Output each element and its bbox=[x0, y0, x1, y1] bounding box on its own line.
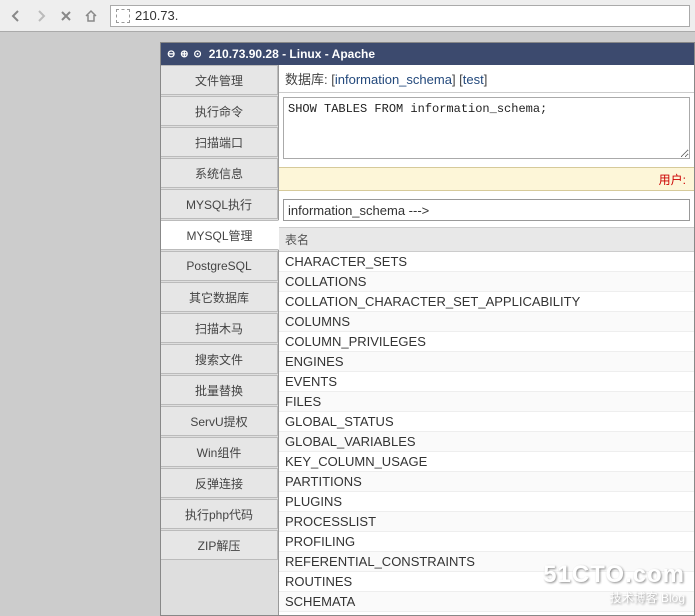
table-row[interactable]: ENGINES bbox=[279, 352, 694, 372]
table-row[interactable]: COLUMNS bbox=[279, 312, 694, 332]
browser-toolbar: 210.73. bbox=[0, 0, 695, 32]
watermark-sub: 技术博客 Blog bbox=[543, 589, 685, 606]
back-button[interactable] bbox=[5, 5, 27, 27]
sidebar-item-5[interactable]: MYSQL管理 bbox=[161, 220, 279, 250]
sidebar-item-4[interactable]: MYSQL执行 bbox=[161, 189, 278, 219]
sidebar-item-7[interactable]: 其它数据库 bbox=[161, 282, 278, 312]
table-row[interactable]: KEY_COLUMN_USAGE bbox=[279, 452, 694, 472]
user-label: 用户: bbox=[659, 171, 686, 188]
sidebar-item-1[interactable]: 执行命令 bbox=[161, 96, 278, 126]
window-controls[interactable]: ⊖ ⊕ ⊙ bbox=[167, 49, 203, 60]
window-title: 210.73.90.28 - Linux - Apache bbox=[209, 47, 375, 61]
table-row[interactable]: GLOBAL_STATUS bbox=[279, 412, 694, 432]
sidebar-item-12[interactable]: Win组件 bbox=[161, 437, 278, 467]
sidebar-item-6[interactable]: PostgreSQL bbox=[161, 251, 278, 281]
db-label: 数据库: bbox=[285, 72, 328, 87]
home-button[interactable] bbox=[80, 5, 102, 27]
watermark: 51CTO.com 技术博客 Blog bbox=[543, 561, 685, 606]
table-row[interactable]: GLOBAL_VARIABLES bbox=[279, 432, 694, 452]
db-link[interactable]: test bbox=[463, 72, 484, 87]
app-window: ⊖ ⊕ ⊙ 210.73.90.28 - Linux - Apache 文件管理… bbox=[160, 42, 695, 616]
sidebar-item-15[interactable]: ZIP解压 bbox=[161, 530, 278, 560]
sidebar-item-11[interactable]: ServU提权 bbox=[161, 406, 278, 436]
sidebar: 文件管理执行命令扫描端口系统信息MYSQL执行MYSQL管理PostgreSQL… bbox=[161, 65, 279, 615]
user-bar: 用户: bbox=[279, 167, 694, 191]
page-icon bbox=[116, 9, 130, 23]
db-select-wrap bbox=[283, 199, 690, 221]
titlebar: ⊖ ⊕ ⊙ 210.73.90.28 - Linux - Apache bbox=[161, 43, 694, 65]
watermark-main: 51CTO.com bbox=[543, 561, 685, 589]
sidebar-item-10[interactable]: 批量替换 bbox=[161, 375, 278, 405]
database-header: 数据库: [information_schema] [test] bbox=[279, 65, 694, 93]
sidebar-item-3[interactable]: 系统信息 bbox=[161, 158, 278, 188]
table-row[interactable]: COLLATION_CHARACTER_SET_APPLICABILITY bbox=[279, 292, 694, 312]
table-row[interactable]: COLUMN_PRIVILEGES bbox=[279, 332, 694, 352]
table-row[interactable]: EVENTS bbox=[279, 372, 694, 392]
url-bar[interactable]: 210.73. bbox=[110, 5, 690, 27]
db-link[interactable]: information_schema bbox=[335, 72, 452, 87]
table-row[interactable]: PLUGINS bbox=[279, 492, 694, 512]
table-list: 表名 CHARACTER_SETSCOLLATIONSCOLLATION_CHA… bbox=[279, 227, 694, 615]
table-row[interactable]: PROFILING bbox=[279, 532, 694, 552]
stop-button[interactable] bbox=[55, 5, 77, 27]
sidebar-item-0[interactable]: 文件管理 bbox=[161, 65, 278, 95]
table-row[interactable]: CHARACTER_SETS bbox=[279, 252, 694, 272]
column-header: 表名 bbox=[279, 228, 694, 252]
url-text: 210.73. bbox=[135, 8, 178, 23]
table-row[interactable]: COLLATIONS bbox=[279, 272, 694, 292]
sidebar-item-9[interactable]: 搜索文件 bbox=[161, 344, 278, 374]
sidebar-item-8[interactable]: 扫描木马 bbox=[161, 313, 278, 343]
sidebar-item-2[interactable]: 扫描端口 bbox=[161, 127, 278, 157]
table-row[interactable]: PARTITIONS bbox=[279, 472, 694, 492]
sidebar-item-13[interactable]: 反弹连接 bbox=[161, 468, 278, 498]
sidebar-item-14[interactable]: 执行php代码 bbox=[161, 499, 278, 529]
sql-input[interactable] bbox=[283, 97, 690, 159]
db-select[interactable] bbox=[283, 199, 690, 221]
table-row[interactable]: FILES bbox=[279, 392, 694, 412]
table-row[interactable]: PROCESSLIST bbox=[279, 512, 694, 532]
main-panel: 数据库: [information_schema] [test] 用户: 表名 … bbox=[279, 65, 694, 615]
table-row[interactable]: SCHEMA PRIVILEGES bbox=[279, 612, 694, 615]
forward-button[interactable] bbox=[30, 5, 52, 27]
